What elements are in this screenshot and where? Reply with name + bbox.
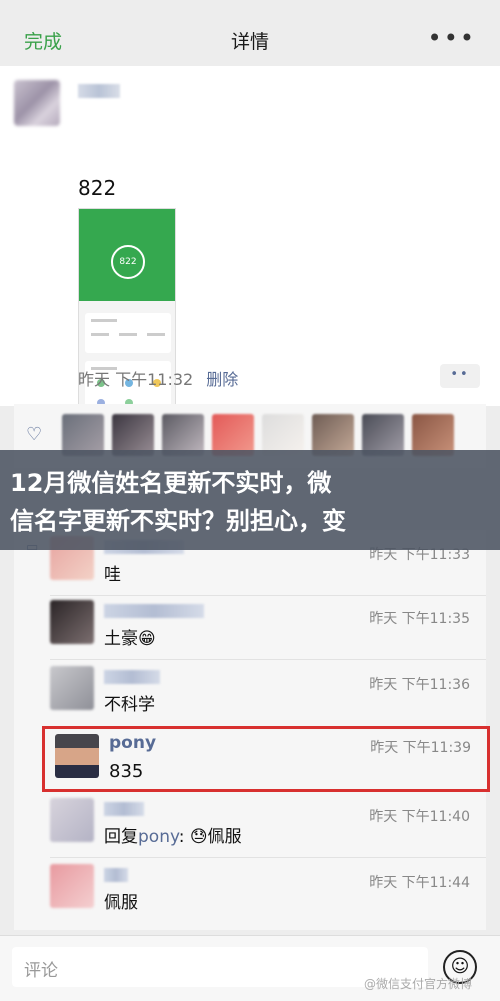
comment-row[interactable]: 土豪😁 昨天 下午11:35 (14, 594, 486, 660)
post-text: 822 (78, 176, 117, 200)
commenter-avatar[interactable] (50, 798, 94, 842)
commenter-avatar[interactable] (50, 864, 94, 908)
commenter-name[interactable]: pony (109, 733, 156, 753)
comment-text: 佩服 (104, 893, 138, 913)
heart-icon: ♡ (26, 424, 43, 445)
comment-text: 不科学 (104, 695, 155, 715)
commenter-avatar[interactable] (50, 600, 94, 644)
highlighted-comment[interactable]: pony 835 昨天 下午11:39 (42, 726, 490, 792)
image-header: 822 (79, 209, 175, 301)
comment-text: 哇 (104, 565, 121, 585)
watermark: @微信支付官方微博 (363, 977, 472, 991)
author-name[interactable] (78, 84, 120, 98)
comment-row[interactable]: 回复pony: 😓佩服 昨天 下午11:40 (14, 792, 486, 858)
score-badge: 822 (111, 245, 145, 279)
post-actions-button[interactable]: •• (440, 364, 480, 388)
moment-post: 822 822 昨天 下午11:32 删除 •• (0, 66, 500, 422)
comment-time: 昨天 下午11:40 (369, 809, 470, 825)
more-options-button[interactable]: ••• (428, 24, 476, 52)
reply-suffix: : 😓佩服 (178, 827, 242, 847)
headline-line-2: 信名字更新不实时？别担心，变 (10, 507, 346, 535)
comment-text: 土豪😁 (104, 629, 156, 649)
comment-time: 昨天 下午11:39 (370, 740, 471, 756)
comment-time: 昨天 下午11:36 (369, 677, 470, 693)
comment-time: 昨天 下午11:35 (369, 611, 470, 627)
comment-text: 回复pony: 😓佩服 (104, 822, 242, 847)
page-title: 详情 (230, 31, 269, 53)
comment-row[interactable]: 佩服 昨天 下午11:44 (14, 858, 486, 924)
pony-avatar[interactable] (55, 734, 99, 778)
author-avatar[interactable] (14, 80, 60, 126)
commenter-name[interactable] (104, 802, 144, 816)
delete-link[interactable]: 删除 (206, 370, 238, 389)
comment-text: 835 (109, 761, 144, 782)
headline-line-1: 12月微信姓名更新不实时，微 (10, 469, 332, 497)
post-time: 昨天 下午11:32 (78, 370, 194, 389)
commenter-name[interactable] (104, 868, 128, 882)
commenter-name[interactable] (104, 604, 204, 618)
commenter-name[interactable] (104, 670, 160, 684)
headline-banner: 12月微信姓名更新不实时，微 信名字更新不实时？别担心，变 (0, 450, 500, 550)
comment-placeholder: 评论 (24, 961, 58, 981)
image-card-1 (85, 313, 171, 353)
comment-row[interactable]: 不科学 昨天 下午11:36 (14, 660, 486, 726)
post-meta: 昨天 下午11:32 删除 (78, 366, 238, 390)
reply-prefix: 回复 (104, 827, 138, 847)
headline-text: 12月微信姓名更新不实时，微 信名字更新不实时？别担心，变 (10, 464, 500, 540)
commenter-avatar[interactable] (50, 666, 94, 710)
reply-nick[interactable]: pony (138, 827, 179, 847)
comment-time: 昨天 下午11:44 (369, 875, 470, 891)
